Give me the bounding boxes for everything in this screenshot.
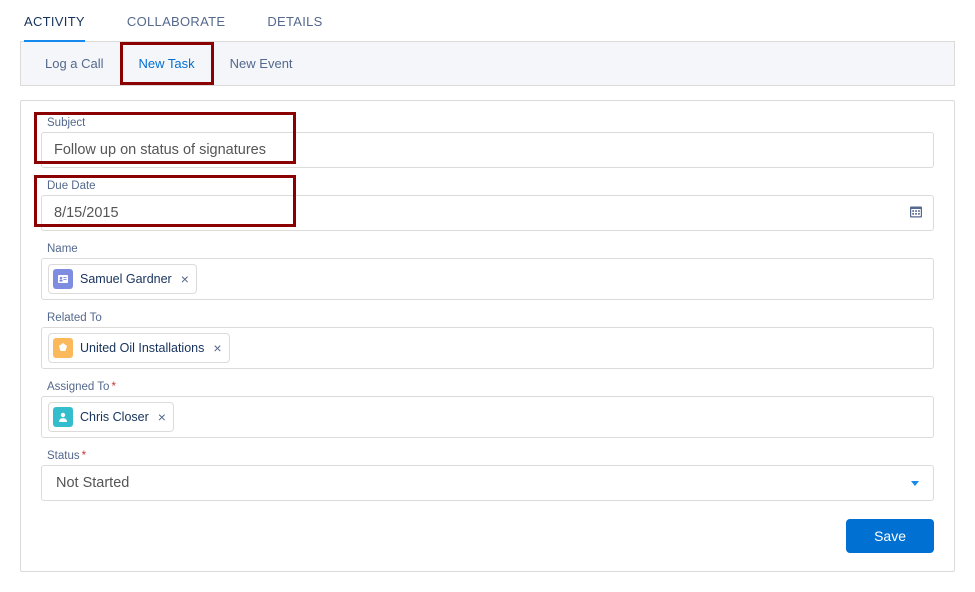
- assigned-to-input[interactable]: Chris Closer ×: [41, 396, 934, 438]
- tab-collaborate[interactable]: COLLABORATE: [127, 4, 225, 41]
- assigned-to-pill-remove[interactable]: ×: [158, 410, 166, 424]
- field-name: Name Samuel Gardner ×: [41, 243, 934, 300]
- field-subject: Subject: [41, 117, 934, 168]
- activity-subtabs: Log a Call New Task New Event: [20, 42, 955, 86]
- new-task-form: Subject Due Date: [20, 100, 955, 572]
- assigned-to-pill-text: Chris Closer: [80, 410, 149, 424]
- assigned-to-pill: Chris Closer ×: [48, 402, 174, 432]
- subtab-log-a-call[interactable]: Log a Call: [29, 42, 120, 85]
- name-pill-remove[interactable]: ×: [181, 272, 189, 286]
- field-due-date: Due Date: [41, 180, 934, 231]
- opportunity-icon: [53, 338, 73, 358]
- assigned-to-label: Assigned To*: [41, 381, 934, 393]
- required-indicator: *: [111, 381, 115, 393]
- related-to-input[interactable]: United Oil Installations ×: [41, 327, 934, 369]
- name-label: Name: [41, 243, 934, 255]
- field-assigned-to: Assigned To* Chris Closer ×: [41, 381, 934, 438]
- name-pill: Samuel Gardner ×: [48, 264, 197, 294]
- required-indicator: *: [82, 450, 86, 462]
- name-input[interactable]: Samuel Gardner ×: [41, 258, 934, 300]
- status-label: Status*: [41, 450, 934, 462]
- calendar-icon[interactable]: [910, 206, 922, 221]
- contact-icon: [53, 269, 73, 289]
- subject-input[interactable]: [41, 132, 934, 168]
- related-to-pill-text: United Oil Installations: [80, 341, 204, 355]
- subtab-new-event[interactable]: New Event: [214, 42, 309, 85]
- user-icon: [53, 407, 73, 427]
- status-select[interactable]: Not Started: [41, 465, 934, 501]
- tab-activity[interactable]: ACTIVITY: [24, 4, 85, 41]
- tab-details[interactable]: DETAILS: [267, 4, 322, 41]
- save-button[interactable]: Save: [846, 519, 934, 553]
- due-date-label: Due Date: [41, 180, 934, 192]
- status-value: Not Started: [56, 475, 129, 491]
- form-actions: Save: [41, 519, 934, 553]
- related-to-label: Related To: [41, 312, 934, 324]
- subject-label: Subject: [41, 117, 934, 129]
- subtab-new-task[interactable]: New Task: [120, 42, 214, 85]
- field-status: Status* Not Started: [41, 450, 934, 501]
- field-related-to: Related To United Oil Installations ×: [41, 312, 934, 369]
- top-tabs: ACTIVITY COLLABORATE DETAILS: [20, 4, 955, 42]
- related-to-pill: United Oil Installations ×: [48, 333, 230, 363]
- name-pill-text: Samuel Gardner: [80, 272, 172, 286]
- related-to-pill-remove[interactable]: ×: [213, 341, 221, 355]
- due-date-input[interactable]: [41, 195, 934, 231]
- activity-container: ACTIVITY COLLABORATE DETAILS Log a Call …: [0, 0, 975, 592]
- chevron-down-icon: [911, 481, 919, 486]
